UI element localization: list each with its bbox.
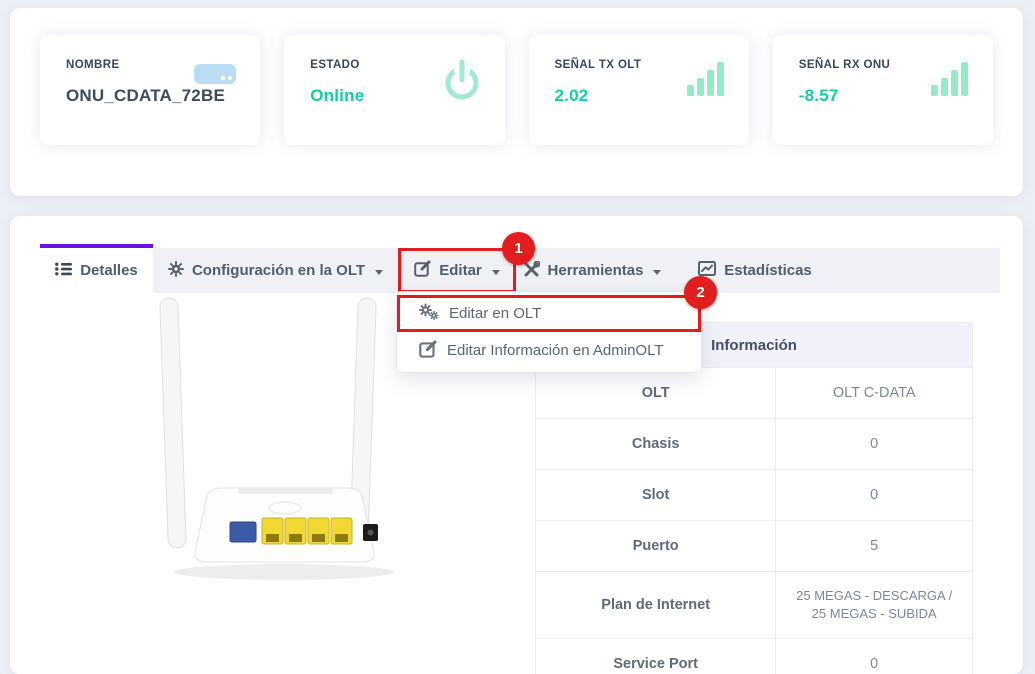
row-value-olt: OLT C-DATA bbox=[776, 368, 973, 419]
cogs-icon bbox=[419, 303, 439, 324]
editar-dropdown-menu: Editar en OLT 2 Editar Información en Ad… bbox=[396, 291, 702, 373]
tab-detalles[interactable]: Detalles bbox=[40, 244, 153, 293]
tab-label: Editar bbox=[439, 262, 482, 279]
row-name-slot: Slot bbox=[536, 470, 776, 521]
row-name-service-port: Service Port bbox=[536, 639, 776, 674]
chevron-down-icon bbox=[653, 270, 661, 275]
row-name-plan: Plan de Internet bbox=[536, 572, 776, 639]
stat-card-nombre: NOMBRE ONU_CDATA_72BE bbox=[40, 35, 260, 145]
table-row: Service Port 0 bbox=[536, 639, 973, 674]
router-image bbox=[152, 296, 437, 588]
tab-bar: Detalles Configuración en la bbox=[40, 248, 1000, 293]
menu-item-label: Editar en OLT bbox=[449, 305, 541, 322]
annotation-badge-1: 1 bbox=[502, 232, 535, 265]
table-row: Slot 0 bbox=[536, 470, 973, 521]
chevron-down-icon bbox=[492, 270, 500, 275]
menu-item-label: Editar Información en AdminOLT bbox=[447, 342, 664, 359]
chevron-down-icon bbox=[375, 270, 383, 275]
tab-label: Herramientas bbox=[548, 262, 644, 279]
row-name-chasis: Chasis bbox=[536, 419, 776, 470]
gear-icon bbox=[168, 261, 184, 281]
tab-editar[interactable]: Editar 1 bbox=[398, 248, 516, 293]
tab-label: Configuración en la OLT bbox=[192, 262, 365, 279]
edit-icon bbox=[414, 260, 431, 281]
row-value-slot: 0 bbox=[776, 470, 973, 521]
tab-label: Detalles bbox=[80, 262, 138, 279]
stats-panel: NOMBRE ONU_CDATA_72BE ESTADO Online bbox=[10, 8, 1023, 196]
list-icon bbox=[55, 262, 72, 280]
edit-icon bbox=[419, 340, 437, 362]
row-value-puerto: 5 bbox=[776, 521, 973, 572]
stat-card-senal-rx-onu: SEÑAL RX ONU -8.57 bbox=[773, 35, 993, 145]
stat-card-estado: ESTADO Online bbox=[284, 35, 504, 145]
menu-item-editar-informacion-adminolt[interactable]: Editar Información en AdminOLT bbox=[397, 332, 701, 369]
server-icon bbox=[192, 59, 238, 94]
row-name-olt: OLT bbox=[536, 368, 776, 419]
power-icon bbox=[441, 59, 483, 108]
table-row: Plan de Internet 25 MEGAS - DESCARGA / 2… bbox=[536, 572, 973, 639]
onu-detail-page: NOMBRE ONU_CDATA_72BE ESTADO Online bbox=[0, 0, 1035, 674]
stats-row: NOMBRE ONU_CDATA_72BE ESTADO Online bbox=[10, 8, 1023, 145]
table-row: Chasis 0 bbox=[536, 419, 973, 470]
row-value-service-port: 0 bbox=[776, 639, 973, 674]
stat-card-senal-tx-olt: SEÑAL TX OLT 2.02 bbox=[529, 35, 749, 145]
menu-item-editar-en-olt[interactable]: Editar en OLT 2 bbox=[397, 295, 701, 332]
row-value-plan: 25 MEGAS - DESCARGA / 25 MEGAS - SUBIDA bbox=[776, 572, 973, 639]
row-name-puerto: Puerto bbox=[536, 521, 776, 572]
tab-label: Estadísticas bbox=[724, 262, 812, 279]
signal-bars-icon bbox=[931, 59, 971, 104]
table-row: Puerto 5 bbox=[536, 521, 973, 572]
annotation-badge-2: 2 bbox=[684, 276, 717, 309]
tab-configuracion-olt[interactable]: Configuración en la OLT bbox=[153, 248, 398, 293]
table-row: OLT OLT C-DATA bbox=[536, 368, 973, 419]
information-table: Información OLT OLT C-DATA Chasis 0 Slot… bbox=[535, 322, 973, 674]
annotation-outline-step2 bbox=[397, 295, 701, 332]
row-value-chasis: 0 bbox=[776, 419, 973, 470]
tab-herramientas[interactable]: Herramientas bbox=[516, 248, 668, 293]
signal-bars-icon bbox=[687, 59, 727, 104]
